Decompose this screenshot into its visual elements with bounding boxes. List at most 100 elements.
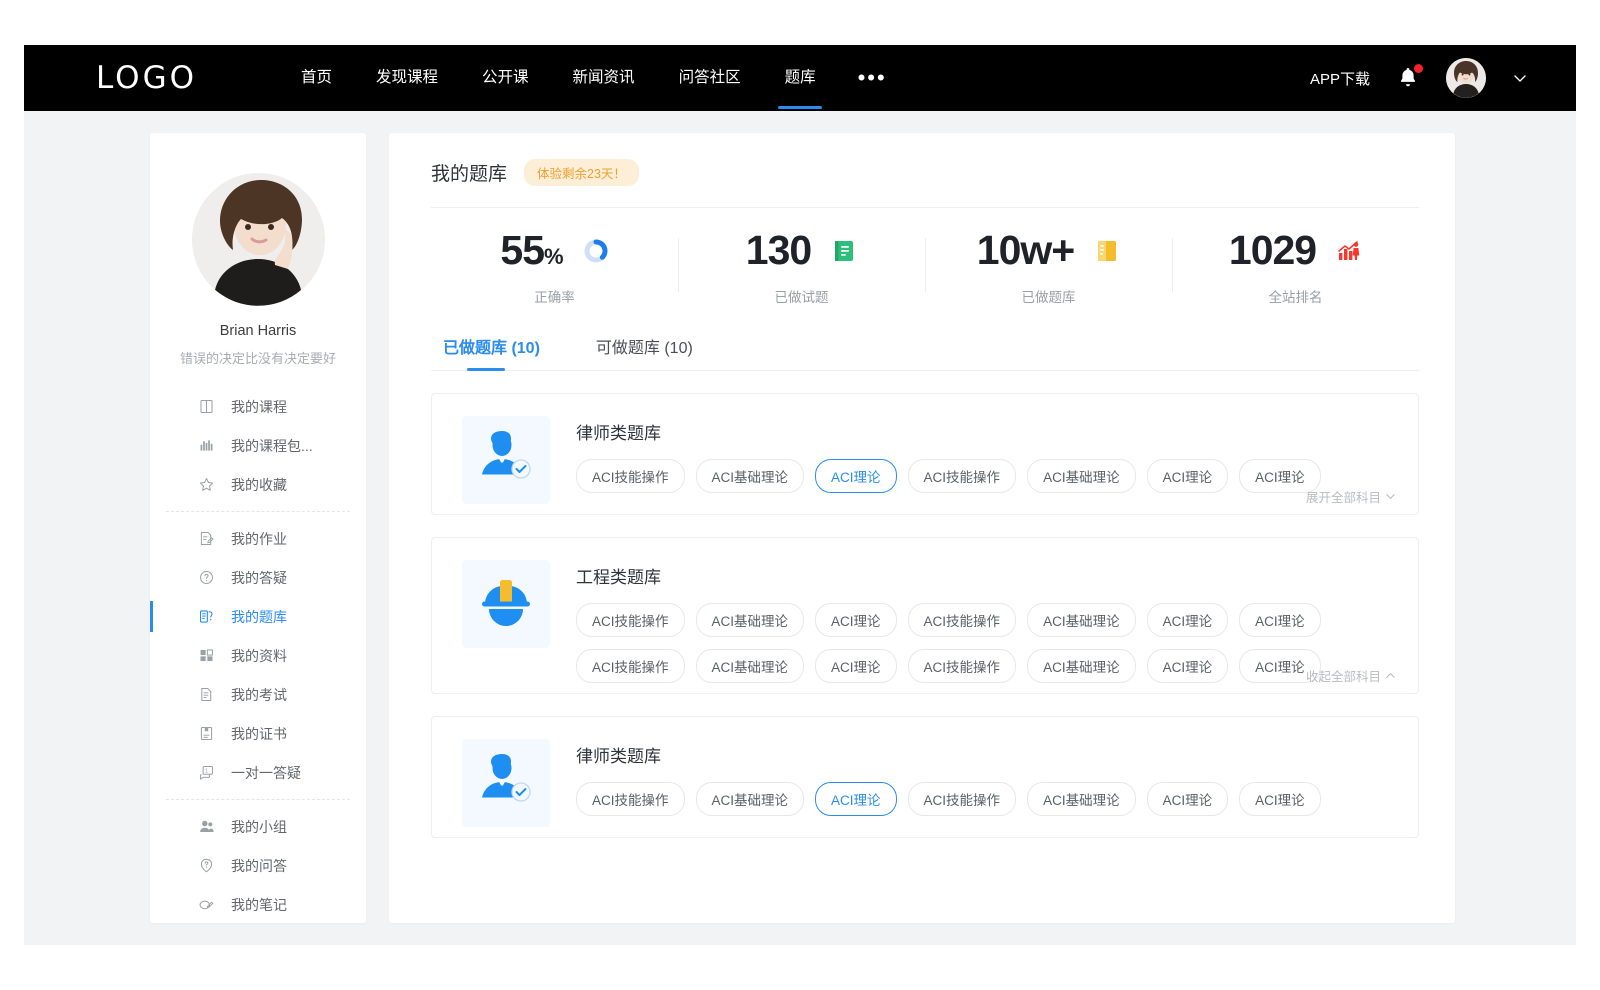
stat-label: 正确率 bbox=[534, 286, 575, 306]
subject-tag[interactable]: ACI理论 bbox=[1147, 649, 1229, 683]
expand-subjects-label: 展开全部科目 bbox=[1306, 487, 1381, 506]
nav-item-4[interactable]: 问答社区 bbox=[657, 45, 763, 111]
sidebar-item-11[interactable]: 我的问答 bbox=[150, 846, 366, 885]
star-icon bbox=[198, 476, 215, 493]
chevron-down-icon[interactable] bbox=[1512, 70, 1528, 86]
qa-icon bbox=[198, 857, 215, 874]
sidebar-avatar[interactable] bbox=[192, 173, 325, 306]
app-page: LOGO 首页发现课程公开课新闻资讯问答社区题库 ••• APP下载 bbox=[24, 45, 1576, 945]
question-bank-card[interactable]: 工程类题库ACI技能操作ACI基础理论ACI理论ACI技能操作ACI基础理论AC… bbox=[431, 537, 1419, 694]
sidebar-item-5[interactable]: 我的题库 bbox=[150, 597, 366, 636]
subject-tag[interactable]: ACI理论 bbox=[1147, 782, 1229, 816]
card-body: 工程类题库ACI技能操作ACI基础理论ACI理论ACI技能操作ACI基础理论AC… bbox=[576, 560, 1398, 683]
sidebar-item-label: 一对一答疑 bbox=[231, 763, 301, 783]
sidebar-item-label: 我的课程包... bbox=[231, 436, 313, 456]
tab-1[interactable]: 可做题库 (10) bbox=[596, 334, 693, 370]
nav-item-0[interactable]: 首页 bbox=[279, 45, 354, 111]
subject-tag[interactable]: ACI理论 bbox=[1147, 459, 1229, 493]
book-icon bbox=[198, 398, 215, 415]
sidebar-item-7[interactable]: 我的考试 bbox=[150, 675, 366, 714]
user-avatar-large-icon bbox=[192, 173, 325, 306]
question-icon bbox=[198, 569, 215, 586]
card-thumbnail bbox=[462, 739, 550, 827]
main-nav-links: 首页发现课程公开课新闻资讯问答社区题库 bbox=[279, 45, 838, 111]
site-logo[interactable]: LOGO bbox=[96, 60, 197, 96]
group-icon bbox=[198, 818, 215, 835]
subject-tag[interactable]: ACI理论 bbox=[1147, 603, 1229, 637]
chevron-up-icon bbox=[1385, 670, 1396, 681]
sidebar-item-0[interactable]: 我的课程 bbox=[150, 387, 366, 426]
subject-tag[interactable]: ACI理论 bbox=[815, 782, 897, 816]
sidebar-item-3[interactable]: 我的作业 bbox=[150, 519, 366, 558]
subject-tag[interactable]: ACI基础理论 bbox=[696, 603, 805, 637]
green-book-icon bbox=[833, 239, 855, 263]
sidebar-item-4[interactable]: 我的答疑 bbox=[150, 558, 366, 597]
nav-item-5[interactable]: 题库 bbox=[763, 45, 838, 111]
qa-icon bbox=[198, 857, 215, 874]
subject-tag[interactable]: ACI理论 bbox=[1239, 782, 1321, 816]
tab-0[interactable]: 已做题库 (10) bbox=[443, 334, 540, 370]
stat-value-row: 1029 bbox=[1229, 230, 1362, 271]
page-title: 我的题库 bbox=[431, 159, 507, 186]
subject-tag[interactable]: ACI基础理论 bbox=[696, 782, 805, 816]
subject-tag-row: ACI技能操作 ACI基础理论 ACI理论 ACI技能操作 ACI基础理论 ACI理论 AC… bbox=[576, 782, 1398, 816]
green-book-icon bbox=[831, 238, 857, 264]
subject-tag[interactable]: ACI理论 bbox=[1239, 603, 1321, 637]
notification-bell-button[interactable] bbox=[1396, 65, 1420, 91]
app-download-link[interactable]: APP下载 bbox=[1310, 68, 1370, 89]
expand-subjects-toggle[interactable]: 展开全部科目 bbox=[1306, 487, 1396, 506]
certificate-icon bbox=[198, 725, 215, 742]
stat-label: 已做题库 bbox=[1022, 286, 1076, 306]
card-title: 工程类题库 bbox=[576, 563, 1398, 588]
subject-tag[interactable]: ACI理论 bbox=[815, 603, 897, 637]
notification-badge-dot bbox=[1414, 64, 1423, 73]
subject-tag[interactable]: ACI基础理论 bbox=[1027, 782, 1136, 816]
subject-tag[interactable]: ACI技能操作 bbox=[908, 782, 1017, 816]
subject-tag[interactable]: ACI基础理论 bbox=[696, 459, 805, 493]
subject-tag[interactable]: ACI技能操作 bbox=[908, 459, 1017, 493]
subject-tag[interactable]: ACI理论 bbox=[815, 459, 897, 493]
nav-more-button[interactable]: ••• bbox=[838, 53, 907, 103]
card-title: 律师类题库 bbox=[576, 742, 1398, 767]
sidebar-item-8[interactable]: 我的证书 bbox=[150, 714, 366, 753]
top-navigation-bar: LOGO 首页发现课程公开课新闻资讯问答社区题库 ••• APP下载 bbox=[24, 45, 1576, 111]
lawyer-icon bbox=[475, 429, 537, 491]
sidebar-item-1[interactable]: 我的课程包... bbox=[150, 426, 366, 465]
subject-tag[interactable]: ACI技能操作 bbox=[576, 459, 685, 493]
sidebar-item-12[interactable]: 我的笔记 bbox=[150, 885, 366, 923]
nav-item-2[interactable]: 公开课 bbox=[460, 45, 551, 111]
subject-tag[interactable]: ACI基础理论 bbox=[696, 649, 805, 683]
nav-item-3[interactable]: 新闻资讯 bbox=[551, 45, 657, 111]
note-icon bbox=[198, 896, 215, 913]
question-icon bbox=[198, 569, 215, 586]
sidebar-item-2[interactable]: 我的收藏 bbox=[150, 465, 366, 504]
subject-tag[interactable]: ACI基础理论 bbox=[1027, 649, 1136, 683]
star-icon bbox=[198, 476, 215, 493]
subject-tag[interactable]: ACI技能操作 bbox=[576, 782, 685, 816]
subject-tag[interactable]: ACI技能操作 bbox=[576, 603, 685, 637]
nav-item-1[interactable]: 发现课程 bbox=[354, 45, 460, 111]
one-on-one-icon: 1 bbox=[198, 764, 215, 781]
subject-tag[interactable]: ACI技能操作 bbox=[576, 649, 685, 683]
rank-chart-icon bbox=[1336, 238, 1362, 264]
sidebar-item-label: 我的考试 bbox=[231, 685, 287, 705]
expand-subjects-toggle[interactable]: 收起全部科目 bbox=[1306, 666, 1396, 685]
question-bank-card[interactable]: 律师类题库ACI技能操作ACI基础理论ACI理论ACI技能操作ACI基础理论AC… bbox=[431, 716, 1419, 838]
question-bank-icon bbox=[198, 608, 215, 625]
subject-tag-row: ACI技能操作 ACI基础理论 ACI理论 ACI技能操作 ACI基础理论 ACI理论 AC… bbox=[576, 603, 1398, 637]
content-tabs: 已做题库 (10) 可做题库 (10) bbox=[431, 314, 1419, 371]
sidebar-item-10[interactable]: 我的小组 bbox=[150, 807, 366, 846]
subject-tag[interactable]: ACI技能操作 bbox=[908, 649, 1017, 683]
sidebar-item-9[interactable]: 1 一对一答疑 bbox=[150, 753, 366, 792]
subject-tag[interactable]: ACI基础理论 bbox=[1027, 459, 1136, 493]
sidebar-divider bbox=[166, 511, 350, 512]
subject-tag[interactable]: ACI理论 bbox=[815, 649, 897, 683]
question-bank-card[interactable]: 律师类题库ACI技能操作ACI基础理论ACI理论ACI技能操作ACI基础理论AC… bbox=[431, 393, 1419, 515]
subject-tag[interactable]: ACI基础理论 bbox=[1027, 603, 1136, 637]
sidebar-item-6[interactable]: 我的资料 bbox=[150, 636, 366, 675]
homework-icon bbox=[198, 530, 215, 547]
avatar[interactable] bbox=[1446, 58, 1486, 98]
subject-tag[interactable]: ACI技能操作 bbox=[908, 603, 1017, 637]
sidebar-menu: 我的课程我的课程包... 我的收藏我的作业我的答疑我的题库我的资料我的考试我的证书… bbox=[150, 387, 366, 923]
material-icon bbox=[198, 647, 215, 664]
